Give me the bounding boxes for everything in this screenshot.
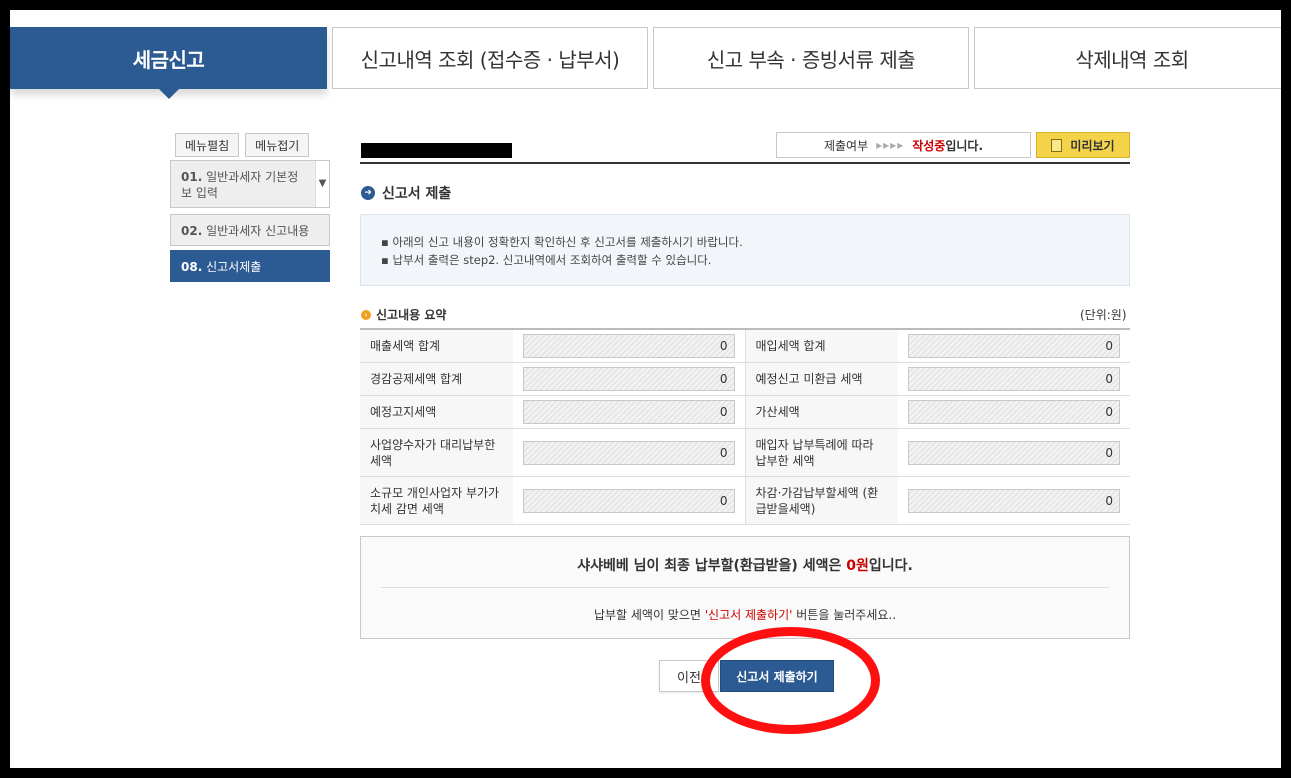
row-label: 사업양수자가 대리납부한 세액 [360, 428, 513, 477]
unit-label: (단위:원) [1080, 308, 1127, 322]
amount-field: 0 [908, 400, 1120, 424]
amount-field: 0 [523, 440, 735, 465]
status-prefix: 제출여부 [823, 138, 869, 153]
notice-line: ▪ 아래의 신고 내용이 정확한지 확인하신 후 신고서를 제출하시기 바랍니다… [381, 235, 743, 249]
sidebar-item-number: 08. [181, 260, 203, 274]
document-icon [1051, 138, 1063, 152]
row-label: 소규모 개인사업자 부가가치세 감면 세액 [360, 476, 513, 525]
amount-field: 0 [523, 400, 735, 424]
row-label: 매입자 납부특례에 따라 납부한 세액 [744, 428, 898, 477]
amount-field: 0 [523, 334, 735, 358]
arrow-right-icon: ➜ [361, 186, 375, 200]
chevron-down-icon[interactable]: ▼ [315, 161, 329, 207]
row-label: 차감·가감납부할세액 (환급받을세액) [744, 476, 898, 525]
sidebar-item-label: 신고서제출 [206, 260, 262, 274]
arrows-icon: ▸▸▸▸ [876, 138, 905, 152]
page-frame: 세금신고 신고내역 조회 (접수증 · 납부서) 신고 부속 · 증빙서류 제출… [10, 10, 1281, 768]
table-row: 경감공제세액 합계 0 예정신고 미환급 세액 0 [360, 362, 1130, 396]
row-label: 매입세액 합계 [744, 328, 898, 363]
row-label: 예정고지세액 [360, 395, 513, 429]
bullet-icon: › [361, 309, 371, 320]
summary-title-text: 신고내용 요약 [376, 308, 447, 322]
sidebar-item-number: 01. [181, 170, 203, 184]
preview-label: 미리보기 [1070, 138, 1115, 153]
sidebar-item-basic-info[interactable]: 01. 일반과세자 기본정보 입력 ▼ [170, 160, 330, 208]
final-tax-message: 샤샤베베 님이 최종 납부할(환급받을) 세액은 0원입니다. [577, 558, 913, 574]
summary-table: 매출세액 합계 0 매입세액 합계 0 경감공제세액 합계 0 예정신고 미환급… [360, 328, 1130, 525]
divider [381, 587, 1109, 588]
result-box: 샤샤베베 님이 최종 납부할(환급받을) 세액은 0원입니다. 납부할 세액이 … [360, 536, 1130, 639]
row-label: 경감공제세액 합계 [360, 362, 513, 396]
submission-status: 제출여부 ▸▸▸▸ 작성중입니다. [776, 132, 1031, 158]
sidebar-item-label: 일반과세자 신고내용 [206, 224, 310, 238]
section-title-text: 신고서 제출 [382, 186, 452, 202]
tab-document-submission[interactable]: 신고 부속 · 증빙서류 제출 [653, 27, 969, 89]
sidebar-item-submission[interactable]: 08. 신고서제출 [170, 250, 330, 282]
notice-box: ▪ 아래의 신고 내용이 정확한지 확인하신 후 신고서를 제출하시기 바랍니다… [360, 214, 1130, 286]
status-state: 작성중 [912, 138, 946, 153]
tab-filing-history[interactable]: 신고내역 조회 (접수증 · 납부서) [332, 27, 648, 89]
preview-button[interactable]: 미리보기 [1036, 132, 1130, 158]
row-label: 예정신고 미환급 세액 [744, 362, 898, 396]
status-suffix: 입니다. [945, 138, 984, 153]
sidebar-item-filing-content[interactable]: 02. 일반과세자 신고내용 [170, 214, 330, 246]
previous-button[interactable]: 이전 [659, 660, 719, 692]
notice-line: ▪ 납부서 출력은 step2. 신고내역에서 조회하여 출력할 수 있습니다. [381, 253, 712, 267]
submit-filing-button[interactable]: 신고서 제출하기 [720, 660, 834, 692]
summary-title: › 신고내용 요약 [361, 306, 446, 323]
top-tabs: 세금신고 신고내역 조회 (접수증 · 납부서) 신고 부속 · 증빙서류 제출… [10, 27, 1281, 99]
amount-field: 0 [908, 440, 1120, 465]
amount-field: 0 [523, 367, 735, 391]
amount-field: 0 [908, 334, 1120, 358]
amount-field: 0 [523, 488, 735, 513]
sidebar-item-number: 02. [181, 224, 203, 238]
menu-expand-button[interactable]: 메뉴펼침 [175, 133, 240, 157]
amount-field: 0 [908, 367, 1120, 391]
header-divider [360, 162, 1130, 164]
section-title: ➜ 신고서 제출 [361, 183, 451, 203]
redacted-title [361, 143, 512, 158]
tab-deleted-history[interactable]: 삭제내역 조회 [974, 27, 1281, 89]
final-amount: 0원 [846, 558, 869, 574]
menu-toggle-group: 메뉴펼침 메뉴접기 [175, 133, 310, 157]
submit-instruction: 납부할 세액이 맞으면 '신고서 제출하기' 버튼을 눌러주세요.. [593, 608, 897, 622]
table-row: 소규모 개인사업자 부가가치세 감면 세액 0 차감·가감납부할세액 (환급받을… [360, 476, 1130, 525]
user-name: 샤샤베베 [577, 558, 629, 574]
tab-tax-filing[interactable]: 세금신고 [10, 27, 327, 99]
table-row: 예정고지세액 0 가산세액 0 [360, 395, 1130, 429]
row-label: 가산세액 [744, 395, 898, 429]
table-row: 매출세액 합계 0 매입세액 합계 0 [360, 328, 1130, 363]
amount-field: 0 [908, 488, 1120, 513]
table-row: 사업양수자가 대리납부한 세액 0 매입자 납부특례에 따라 납부한 세액 0 [360, 428, 1130, 477]
menu-collapse-button[interactable]: 메뉴접기 [245, 133, 310, 157]
row-label: 매출세액 합계 [360, 328, 513, 363]
